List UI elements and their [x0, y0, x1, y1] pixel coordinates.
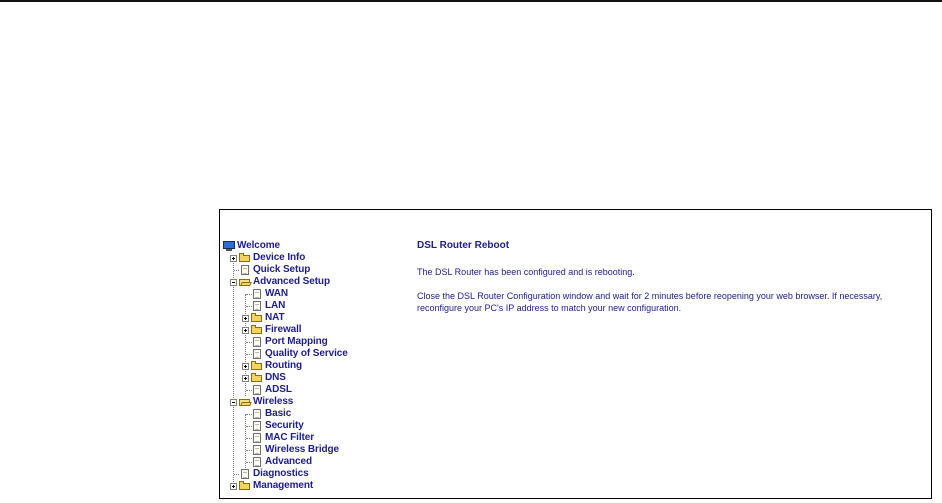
- tree-item-label: LAN: [265, 300, 286, 311]
- tree-item-routing[interactable]: Routing: [251, 360, 302, 372]
- tree-item-dns[interactable]: DNS: [251, 372, 286, 384]
- folder-open-icon: [239, 397, 251, 407]
- page-title: DSL Router Reboot: [417, 240, 510, 251]
- tree-item-label: Welcome: [237, 240, 281, 251]
- tree-item-label: DNS: [265, 372, 286, 383]
- tree-item-lan[interactable]: LAN: [251, 300, 285, 312]
- page-icon: [251, 301, 263, 311]
- tree-item-label: ADSL: [265, 384, 292, 395]
- tree-item-quality-of-service[interactable]: Quality of Service: [251, 348, 348, 360]
- tree-item-mac-filter[interactable]: MAC Filter: [251, 432, 314, 444]
- tree-item-label: Basic: [265, 408, 292, 419]
- tree-item-advanced[interactable]: Advanced: [251, 456, 312, 468]
- tree-item-label: Diagnostics: [253, 468, 309, 479]
- monitor-icon: [223, 241, 235, 251]
- tree-item-wan[interactable]: WAN: [251, 288, 288, 300]
- tree-item-label: Quick Setup: [253, 264, 311, 275]
- tree-item-label: Management: [253, 480, 314, 491]
- tree-item-firewall[interactable]: Firewall: [251, 324, 302, 336]
- expand-icon[interactable]: [242, 375, 249, 382]
- page-icon: [251, 445, 263, 455]
- page-icon: [239, 469, 251, 479]
- reboot-instructions: Close the DSL Router Configuration windo…: [417, 291, 883, 313]
- page-icon: [251, 433, 263, 443]
- expand-icon[interactable]: [242, 327, 249, 334]
- collapse-icon[interactable]: [230, 399, 237, 406]
- tree-item-label: Quality of Service: [265, 348, 348, 359]
- tree-item-label: Port Mapping: [265, 336, 328, 347]
- folder-icon: [251, 313, 263, 323]
- router-config-frame: Welcome Device Info Quick Setup Advanced…: [219, 209, 932, 499]
- tree-line: [245, 414, 246, 468]
- tree-item-label: Routing: [265, 360, 303, 371]
- tree-item-label: MAC Filter: [265, 432, 315, 443]
- tree-item-quick-setup[interactable]: Quick Setup: [239, 264, 310, 276]
- tree-item-welcome[interactable]: Welcome: [223, 240, 280, 252]
- tree-item-basic[interactable]: Basic: [251, 408, 291, 420]
- tree-item-label: Security: [265, 420, 304, 431]
- top-rule: [0, 0, 942, 2]
- tree-item-label: NAT: [265, 312, 285, 323]
- reboot-status-message: The DSL Router has been configured and i…: [417, 267, 635, 277]
- page-icon: [251, 289, 263, 299]
- tree-item-label: Wireless: [253, 396, 294, 407]
- tree-item-diagnostics[interactable]: Diagnostics: [239, 468, 309, 480]
- tree-item-adsl[interactable]: ADSL: [251, 384, 292, 396]
- page-icon: [251, 337, 263, 347]
- tree-line: [233, 258, 234, 490]
- expand-icon[interactable]: [230, 255, 237, 262]
- tree-item-port-mapping[interactable]: Port Mapping: [251, 336, 328, 348]
- tree-item-label: Wireless Bridge: [265, 444, 339, 455]
- expand-icon[interactable]: [242, 363, 249, 370]
- folder-icon: [239, 253, 251, 263]
- tree-item-advanced-setup[interactable]: Advanced Setup: [239, 276, 330, 288]
- tree-item-wireless-bridge[interactable]: Wireless Bridge: [251, 444, 339, 456]
- page-icon: [251, 409, 263, 419]
- tree-item-management[interactable]: Management: [239, 480, 313, 492]
- collapse-icon[interactable]: [230, 279, 237, 286]
- expand-icon[interactable]: [242, 315, 249, 322]
- tree-item-label: Device Info: [253, 252, 306, 263]
- folder-open-icon: [239, 277, 251, 287]
- folder-icon: [251, 325, 263, 335]
- tree-item-device-info[interactable]: Device Info: [239, 252, 305, 264]
- folder-icon: [251, 361, 263, 371]
- folder-icon: [239, 481, 251, 491]
- page-icon: [251, 457, 263, 467]
- tree-item-label: Advanced Setup: [253, 276, 330, 287]
- page-icon: [239, 265, 251, 275]
- tree-item-label: WAN: [265, 288, 289, 299]
- folder-icon: [251, 373, 263, 383]
- page-icon: [251, 421, 263, 431]
- tree-item-label: Firewall: [265, 324, 302, 335]
- tree-item-wireless[interactable]: Wireless: [239, 396, 293, 408]
- tree-item-label: Advanced: [265, 456, 312, 467]
- expand-icon[interactable]: [230, 483, 237, 490]
- page-icon: [251, 349, 263, 359]
- page-icon: [251, 385, 263, 395]
- tree-item-nat[interactable]: NAT: [251, 312, 285, 324]
- tree-item-security[interactable]: Security: [251, 420, 304, 432]
